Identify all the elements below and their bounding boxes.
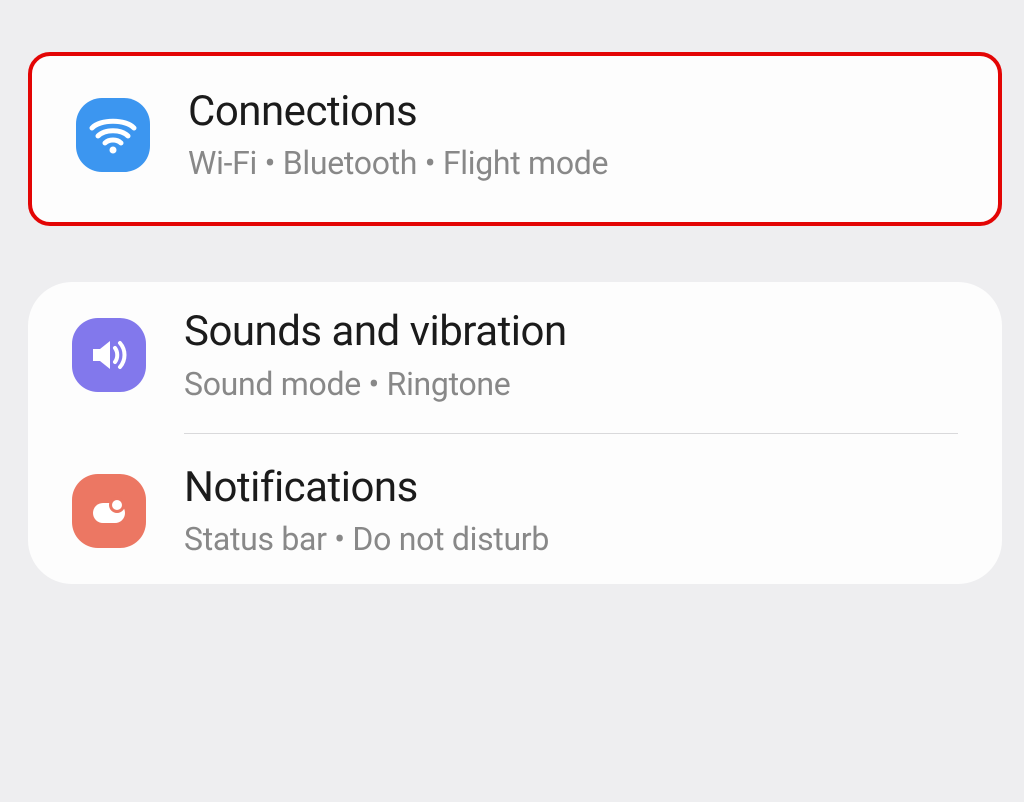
settings-item-connections[interactable]: Connections Wi-Fi • Bluetooth • Flight m… (76, 88, 954, 182)
settings-item-sounds[interactable]: Sounds and vibration Sound mode • Ringto… (72, 308, 958, 402)
settings-item-subtitle: Wi-Fi • Bluetooth • Flight mode (188, 144, 608, 182)
settings-group-connections: Connections Wi-Fi • Bluetooth • Flight m… (28, 52, 1002, 226)
speaker-icon (72, 318, 146, 392)
notification-icon (72, 474, 146, 548)
settings-item-subtitle: Sound mode • Ringtone (184, 365, 567, 403)
settings-item-title: Notifications (184, 464, 549, 512)
settings-item-title: Sounds and vibration (184, 308, 567, 356)
settings-item-title: Connections (188, 88, 608, 136)
settings-item-text: Sounds and vibration Sound mode • Ringto… (184, 308, 567, 402)
settings-item-notifications[interactable]: Notifications Status bar • Do not distur… (72, 464, 958, 558)
settings-item-subtitle: Status bar • Do not disturb (184, 520, 549, 558)
settings-item-text: Connections Wi-Fi • Bluetooth • Flight m… (188, 88, 608, 182)
divider (184, 433, 958, 434)
settings-group-sound-notifications: Sounds and vibration Sound mode • Ringto… (28, 282, 1002, 584)
wifi-icon (76, 98, 150, 172)
settings-item-text: Notifications Status bar • Do not distur… (184, 464, 549, 558)
